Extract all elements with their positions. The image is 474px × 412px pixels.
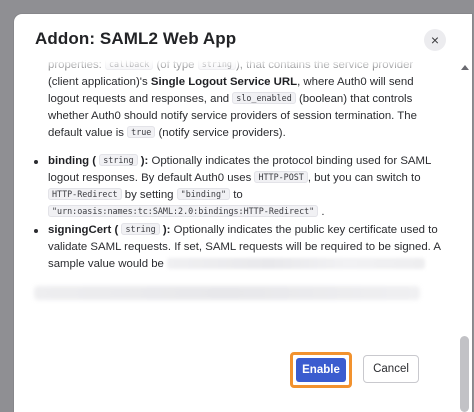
code-slo-enabled: slo_enabled [232, 92, 296, 104]
enable-button-highlight: Enable [290, 352, 352, 388]
slo-url-term: Single Logout Service URL [150, 76, 298, 88]
param-signingcert: signingCert [48, 224, 112, 236]
param-binding: binding [48, 155, 90, 167]
slo-description: properties: callback (of type string), t… [48, 60, 417, 139]
enable-button[interactable]: Enable [296, 358, 346, 382]
code-string: string [197, 60, 236, 70]
code-binding-urn: "urn:oasis:names:tc:SAML:2.0:bindings:HT… [48, 205, 319, 217]
code-callback: callback [105, 60, 154, 70]
close-icon: × [430, 32, 440, 48]
dialog-content[interactable]: properties: callback (of type string), t… [14, 60, 456, 316]
code-binding-key: "binding" [176, 188, 231, 200]
close-button[interactable]: × [424, 29, 446, 51]
code-true: true [127, 126, 156, 138]
redacted-value [167, 258, 426, 270]
code-type: string [99, 154, 138, 166]
dialog-footer: Enable Cancel [14, 316, 472, 412]
code-http-redirect: HTTP-Redirect [48, 188, 122, 200]
cancel-button[interactable]: Cancel [363, 355, 419, 383]
bullet-icon [34, 160, 38, 164]
code-http-post: HTTP-POST [254, 171, 308, 183]
code-type: string [121, 223, 160, 235]
addon-dialog: Addon: SAML2 Web App × properties: callb… [14, 14, 472, 412]
dialog-header: Addon: SAML2 Web App × [14, 14, 472, 64]
dialog-title: Addon: SAML2 Web App [35, 29, 237, 48]
bullet-icon [34, 229, 38, 233]
redacted-value-continued [34, 286, 420, 300]
scroll-up-arrow-icon[interactable] [461, 65, 469, 70]
